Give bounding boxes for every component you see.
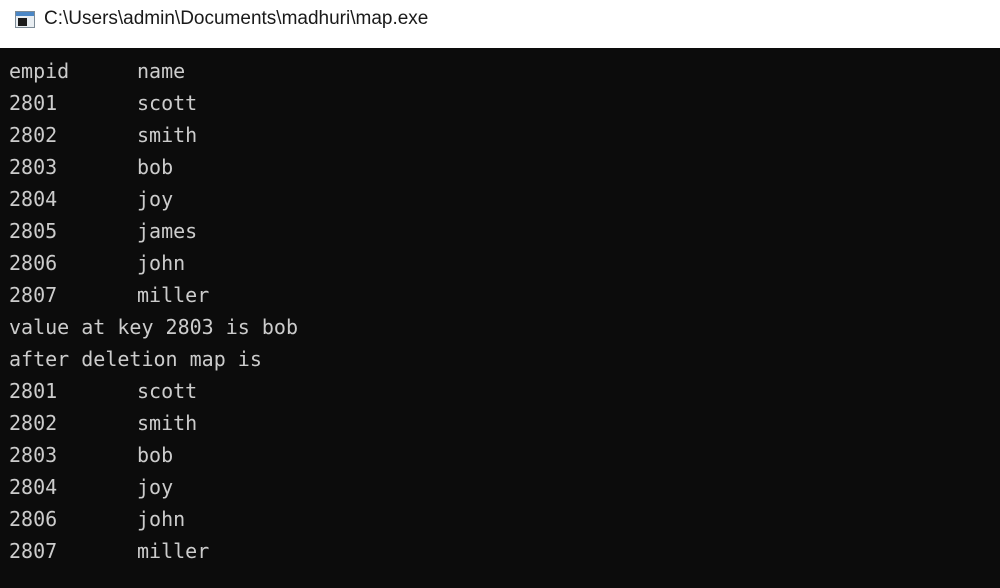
value-message: value at key 2803 is bob <box>9 315 298 339</box>
row-name: bob <box>137 155 174 179</box>
map-row: 2806 john <box>9 247 1000 279</box>
map-row: 2803 bob <box>9 151 1000 183</box>
row-id: 2804 <box>9 475 58 499</box>
map-row: 2807 miller <box>9 279 1000 311</box>
row-name: scott <box>137 379 198 403</box>
after-row: 2802 smith <box>9 407 1000 439</box>
row-name: miller <box>137 539 210 563</box>
row-name: smith <box>137 411 198 435</box>
after-row: 2803 bob <box>9 439 1000 471</box>
row-name: scott <box>137 91 198 115</box>
icon-title-strip <box>16 12 34 16</box>
after-row: 2801 scott <box>9 375 1000 407</box>
row-id: 2803 <box>9 443 58 467</box>
row-id: 2806 <box>9 251 58 275</box>
row-name: james <box>137 219 198 243</box>
row-id: 2802 <box>9 123 58 147</box>
after-row: 2807 miller <box>9 535 1000 567</box>
header-line: empid name <box>9 55 1000 87</box>
map-row: 2802 smith <box>9 119 1000 151</box>
console-output[interactable]: empid name 2801 scott 2802 smith 2803 bob 28… <box>0 48 1000 588</box>
row-name: bob <box>137 443 174 467</box>
header-name: name <box>137 59 186 83</box>
row-id: 2805 <box>9 219 58 243</box>
console-app-icon[interactable] <box>15 11 35 28</box>
row-id: 2806 <box>9 507 58 531</box>
row-name: smith <box>137 123 198 147</box>
header-empid: empid <box>9 59 70 83</box>
row-name: miller <box>137 283 210 307</box>
row-id: 2804 <box>9 187 58 211</box>
row-id: 2807 <box>9 283 58 307</box>
row-name: joy <box>137 187 174 211</box>
map-row: 2804 joy <box>9 183 1000 215</box>
row-id: 2807 <box>9 539 58 563</box>
row-id: 2801 <box>9 379 58 403</box>
map-row: 2805 james <box>9 215 1000 247</box>
after-row: 2806 john <box>9 503 1000 535</box>
row-name: joy <box>137 475 174 499</box>
after-row: 2804 joy <box>9 471 1000 503</box>
row-id: 2802 <box>9 411 58 435</box>
console-window: C:\Users\admin\Documents\madhuri\map.exe… <box>0 0 1000 588</box>
row-id: 2803 <box>9 155 58 179</box>
deletion-message: after deletion map is <box>9 347 262 371</box>
map-row: 2801 scott <box>9 87 1000 119</box>
title-bar[interactable]: C:\Users\admin\Documents\madhuri\map.exe <box>0 0 1000 48</box>
icon-screen <box>18 18 27 26</box>
row-name: john <box>137 507 186 531</box>
row-name: john <box>137 251 186 275</box>
window-title: C:\Users\admin\Documents\madhuri\map.exe <box>44 8 429 29</box>
row-id: 2801 <box>9 91 58 115</box>
